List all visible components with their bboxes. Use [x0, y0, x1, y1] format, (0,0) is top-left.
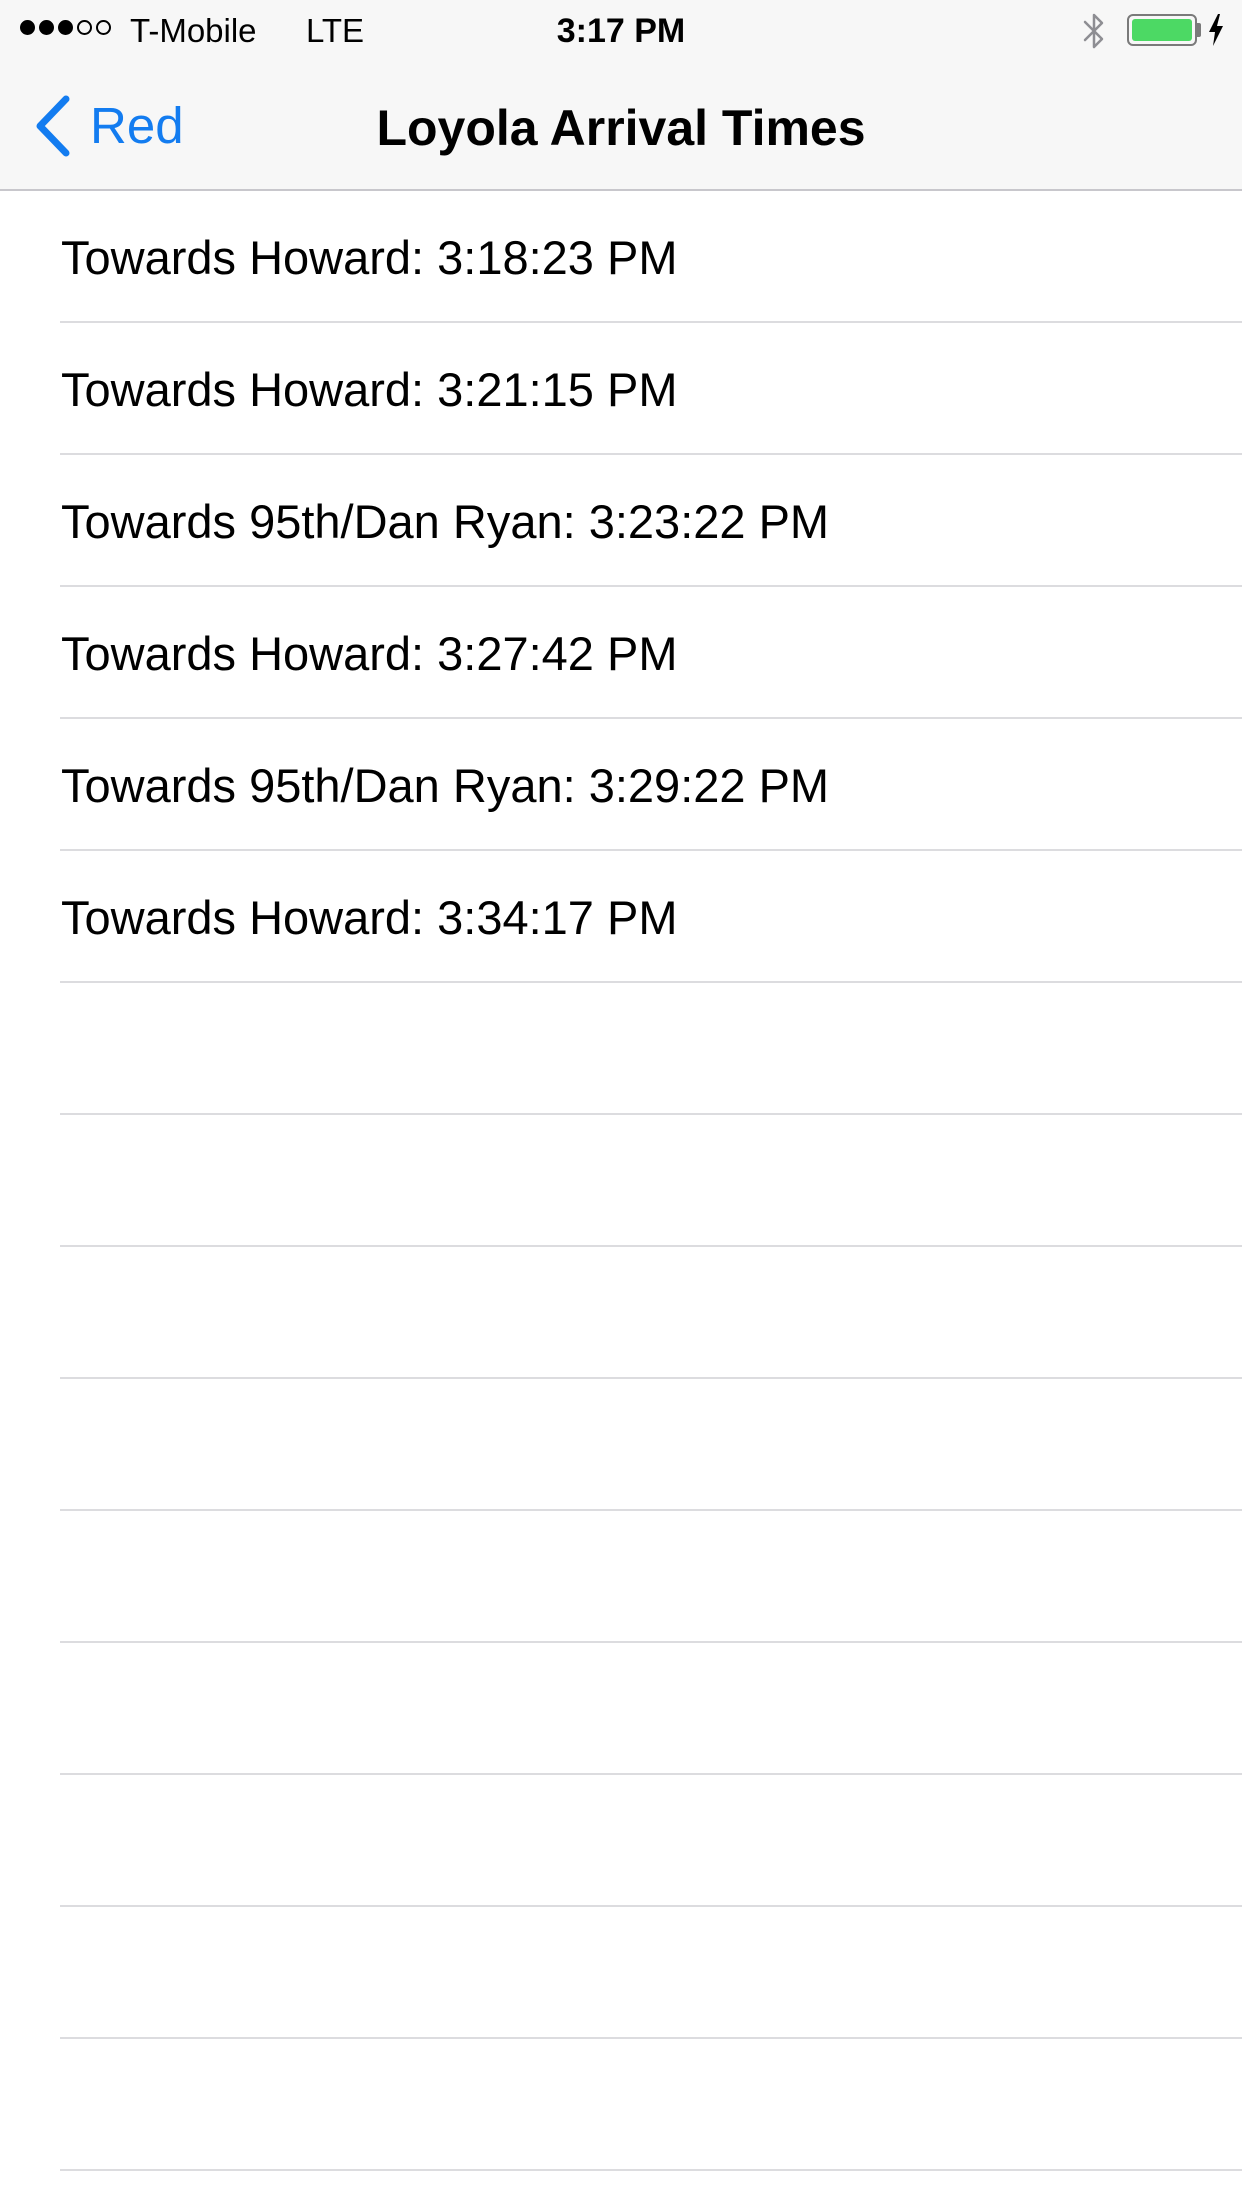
- battery-level: [1132, 19, 1192, 41]
- page-title: Loyola Arrival Times: [376, 100, 866, 156]
- arrival-row[interactable]: Towards 95th/Dan Ryan: 3:29:22 PM: [0, 719, 1242, 851]
- bluetooth-icon: [1083, 13, 1104, 49]
- empty-row: [0, 1775, 1242, 1907]
- arrival-row[interactable]: Towards Howard: 3:21:15 PM: [0, 323, 1242, 455]
- empty-row: [0, 2039, 1242, 2171]
- status-clock: 3:17 PM: [556, 12, 686, 50]
- battery-nub: [1197, 23, 1201, 37]
- arrival-label: Towards 95th/Dan Ryan: 3:29:22 PM: [61, 758, 830, 812]
- arrivals-table: Towards Howard: 3:18:23 PM Towards Howard…: [0, 191, 1242, 2171]
- charging-bolt-icon: [1209, 14, 1223, 46]
- arrival-row[interactable]: Towards Howard: 3:18:23 PM: [0, 191, 1242, 323]
- arrival-label: Towards Howard: 3:21:15 PM: [61, 362, 678, 416]
- arrival-row[interactable]: Towards Howard: 3:34:17 PM: [0, 851, 1242, 983]
- arrival-label: Towards Howard: 3:34:17 PM: [61, 890, 678, 944]
- empty-row: [0, 1511, 1242, 1643]
- arrival-row[interactable]: Towards Howard: 3:27:42 PM: [0, 587, 1242, 719]
- empty-row: [0, 1379, 1242, 1511]
- arrival-label: Towards Howard: 3:27:42 PM: [61, 626, 678, 680]
- status-bar: T-Mobile LTE 3:17 PM: [0, 0, 1242, 62]
- empty-row: [0, 1247, 1242, 1379]
- arrival-label: Towards 95th/Dan Ryan: 3:23:22 PM: [61, 494, 830, 548]
- top-chrome: T-Mobile LTE 3:17 PM Red Loyola Arrival …: [0, 0, 1242, 191]
- navigation-bar: Red Loyola Arrival Times: [0, 62, 1242, 190]
- battery-icon: [1127, 14, 1197, 46]
- empty-row: [0, 983, 1242, 1115]
- arrival-label: Towards Howard: 3:18:23 PM: [61, 230, 678, 284]
- empty-row: [0, 1643, 1242, 1775]
- empty-row: [0, 1907, 1242, 2039]
- empty-row: [0, 1115, 1242, 1247]
- arrival-row[interactable]: Towards 95th/Dan Ryan: 3:23:22 PM: [0, 455, 1242, 587]
